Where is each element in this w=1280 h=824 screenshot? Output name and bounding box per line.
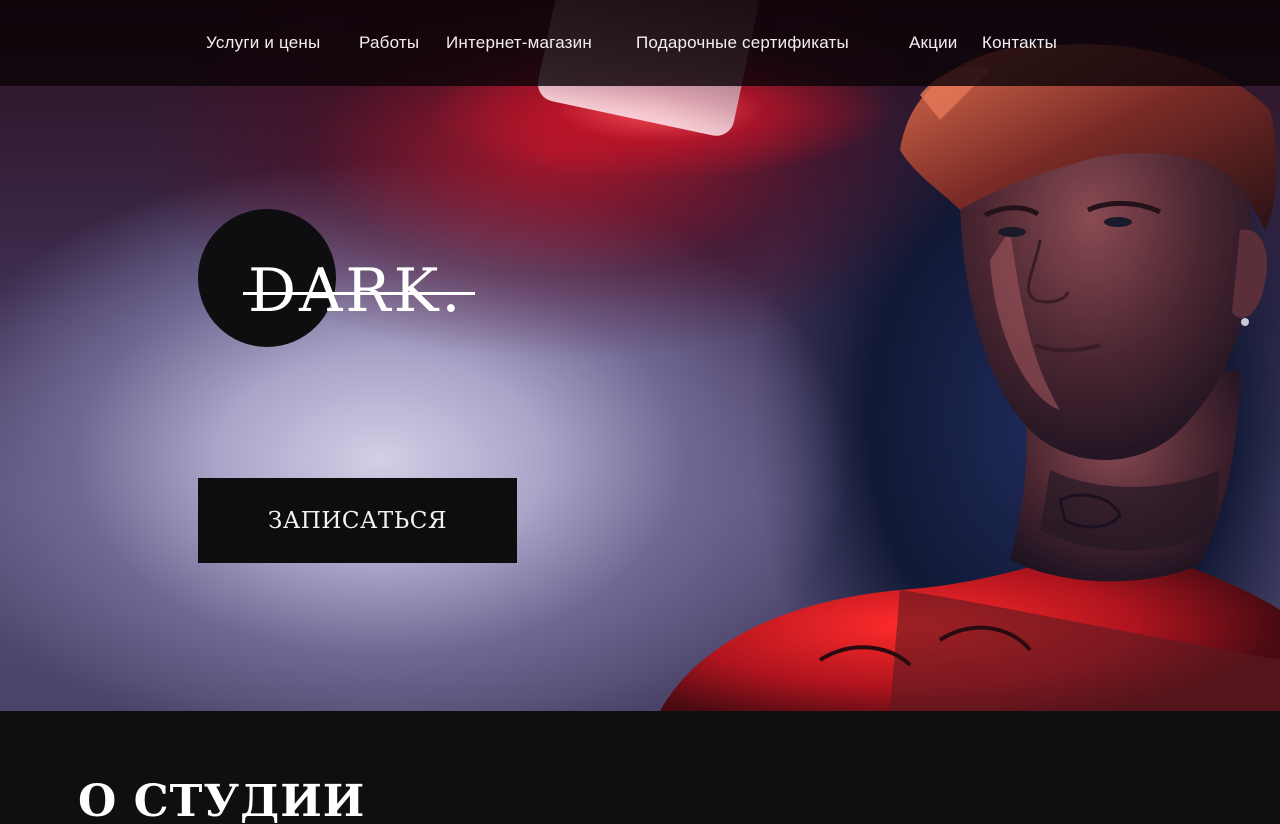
hero-section: DARK. ЗАПИСАТЬСЯ xyxy=(0,0,1280,711)
logo-strikethrough xyxy=(243,292,475,295)
nav-item-online-shop[interactable]: Интернет-магазин xyxy=(446,33,592,53)
top-navigation-bar: Услуги и цены Работы Интернет-магазин По… xyxy=(0,0,1280,86)
about-section: О СТУДИИ xyxy=(0,711,1280,824)
nav-item-gift-certificates[interactable]: Подарочные сертификаты xyxy=(636,33,849,53)
nav-item-contacts[interactable]: Контакты xyxy=(982,33,1057,53)
hero-model-photo xyxy=(660,44,1280,711)
nav-item-services-prices[interactable]: Услуги и цены xyxy=(206,33,320,53)
logo-text: DARK. xyxy=(248,256,464,326)
book-appointment-button[interactable]: ЗАПИСАТЬСЯ xyxy=(198,478,517,563)
nav-item-works[interactable]: Работы xyxy=(359,33,419,53)
main-nav: Услуги и цены Работы Интернет-магазин По… xyxy=(0,0,1280,86)
nav-item-promotions[interactable]: Акции xyxy=(909,33,958,53)
page: DARK. ЗАПИСАТЬСЯ Услуги и цены Работы Ин… xyxy=(0,0,1280,824)
about-section-title: О СТУДИИ xyxy=(78,776,366,824)
